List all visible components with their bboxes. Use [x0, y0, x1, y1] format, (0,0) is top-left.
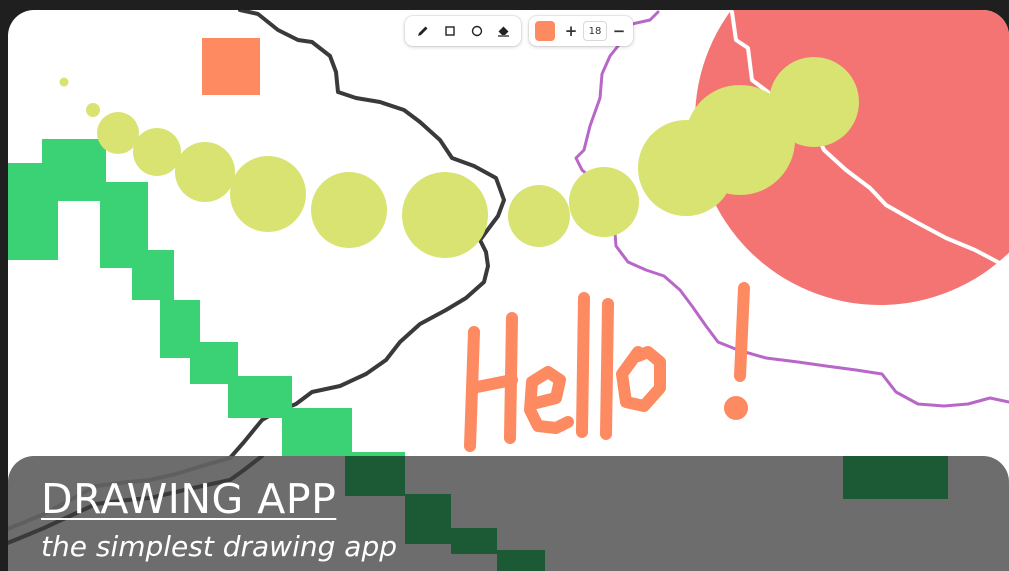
hello-text-drawing	[464, 282, 750, 452]
pencil-icon	[417, 26, 427, 36]
square-icon	[444, 26, 455, 36]
increase-size-button[interactable]: +	[562, 19, 580, 43]
plus-icon: +	[564, 21, 578, 40]
circle-icon	[471, 25, 482, 37]
app-title: DRAWING APP	[41, 475, 337, 523]
decrease-size-button[interactable]: −	[610, 19, 628, 43]
pencil-tool-button[interactable]	[410, 19, 435, 43]
color-swatch[interactable]	[535, 21, 555, 41]
app-subtitle: the simplest drawing app	[41, 530, 397, 563]
eraser-icon	[498, 26, 509, 37]
rectangle-tool-button[interactable]	[437, 19, 462, 43]
tool-group	[405, 16, 521, 46]
minus-icon: −	[612, 21, 626, 40]
orange-square-shape	[202, 38, 260, 95]
app-frame: + − DRAWING APP the simplest drawing app	[0, 0, 1009, 571]
dark-green-shapes	[345, 456, 948, 571]
drawing-toolbar: + −	[405, 15, 633, 47]
eraser-tool-button[interactable]	[491, 19, 516, 43]
brush-size-input[interactable]	[583, 21, 607, 41]
color-size-group: + −	[529, 16, 633, 46]
circle-tool-button[interactable]	[464, 19, 489, 43]
